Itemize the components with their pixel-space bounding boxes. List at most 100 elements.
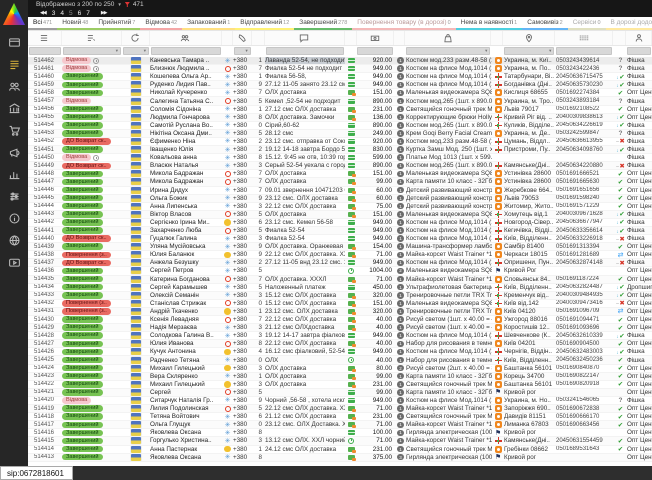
tracking-number[interactable]: 0501691281689 bbox=[556, 251, 614, 258]
tracking-number[interactable]: 0501689531643 bbox=[556, 446, 614, 453]
tracking-number[interactable]: 20450632824487 bbox=[556, 284, 614, 291]
order-row[interactable]: 514450ВідмоваКовальова анна✳+380815.12. … bbox=[28, 154, 652, 162]
order-comment[interactable]: 23.12 смс. ОЛХ Доставка. ХХХ.. bbox=[265, 421, 345, 428]
order-id[interactable]: 514438 bbox=[28, 251, 62, 258]
status-badge[interactable]: Завершений bbox=[62, 114, 103, 121]
order-comment[interactable]: Кемел ,52-54 не подходит bbox=[265, 97, 345, 104]
status-badge[interactable]: Завершений bbox=[62, 211, 103, 218]
order-comment[interactable] bbox=[265, 389, 345, 396]
delivery-address[interactable]: Ужгород 88016 bbox=[504, 316, 556, 323]
customer-phone[interactable]: +380 bbox=[233, 162, 252, 169]
status-badge[interactable]: Завершений bbox=[62, 381, 103, 388]
app-logo[interactable] bbox=[3, 3, 25, 25]
tracking-number[interactable]: 0501691666521 bbox=[556, 170, 614, 177]
product-name[interactable]: Майка-корсет Waist Trainer *142.. bbox=[406, 251, 492, 258]
order-comment[interactable]: Фиалка 52-54 не подходит bbox=[265, 65, 345, 72]
customer-phone[interactable]: +380 bbox=[233, 178, 252, 185]
order-id[interactable]: 514434 bbox=[28, 284, 62, 291]
delivery-address[interactable]: Словьянськ 84.. bbox=[504, 276, 556, 283]
chat-icon[interactable] bbox=[265, 31, 345, 45]
customer-name[interactable]: Сергей Петров bbox=[150, 267, 222, 274]
filter-name[interactable] bbox=[151, 47, 221, 55]
order-row[interactable]: 514442ЗавершенийСергієнко Ірина Ми..+380… bbox=[28, 219, 652, 227]
status-badge[interactable]: Завершений bbox=[62, 243, 103, 250]
status-badge[interactable]: Завершений bbox=[62, 195, 103, 202]
order-comment[interactable] bbox=[265, 429, 345, 436]
order-comment[interactable]: ОЛХ доставка bbox=[265, 170, 345, 177]
product-name[interactable]: Костюм мод.265 (1шт. х 890.00 .. bbox=[406, 162, 492, 169]
page-number[interactable]: 6 bbox=[78, 10, 82, 17]
product-name[interactable]: Рисуй светом (1шт. х 40.00 = 40.. bbox=[406, 316, 492, 323]
tab-Завершений[interactable]: Завершений278 bbox=[294, 17, 352, 30]
customer-name[interactable]: Каневська Тамара .. bbox=[150, 57, 222, 64]
order-comment[interactable]: Фиалка 52-54 bbox=[265, 235, 345, 242]
tracking-number[interactable]: 0501690840870 bbox=[556, 365, 614, 372]
status-badge[interactable]: Завершений bbox=[62, 106, 103, 113]
delivery-address[interactable]: Коростишів 12.. bbox=[504, 324, 556, 331]
status-badge[interactable]: Завершений bbox=[62, 454, 103, 461]
order-comment[interactable]: 15.12. 9:45 не отв, 10:39 горе в.. bbox=[265, 154, 345, 161]
customer-name[interactable]: Сергей bbox=[150, 389, 222, 396]
delivery-address[interactable]: Куликів, Відділе.. bbox=[504, 122, 556, 129]
tab-Відмова[interactable]: Відмова42 bbox=[140, 17, 182, 30]
order-row[interactable]: 514437ДО Возврат ск..Анжела Безушку✳+380… bbox=[28, 259, 652, 267]
product-name[interactable]: Набор для рисования в темнот.. bbox=[406, 356, 492, 363]
product-name[interactable]: Костюм на флисе Мод.1014 (1ш.. bbox=[406, 235, 492, 242]
filter-comment[interactable] bbox=[266, 47, 344, 55]
product-name[interactable]: Костюм на флисе Мод.1014 (1ш.. bbox=[406, 73, 492, 80]
product-name[interactable]: Костюм на флисе Мод.1014 (1ш.. bbox=[406, 332, 492, 339]
customer-phone[interactable]: +380 bbox=[233, 348, 252, 355]
tracking-number[interactable]: 20450634220880 bbox=[556, 162, 614, 169]
tracking-number[interactable]: 0501692108522 bbox=[556, 106, 614, 113]
status-badge[interactable]: Завершений bbox=[62, 413, 103, 420]
product-name[interactable]: Костюм на флисе Мод.1014 (1ш.. bbox=[406, 65, 492, 72]
status-badge[interactable]: Завершений bbox=[62, 430, 103, 437]
order-row[interactable]: 514432Повернення (з..Станіслав Стрижак+3… bbox=[28, 300, 652, 308]
delivery-address[interactable] bbox=[504, 154, 556, 161]
order-row[interactable]: 514440ДО Возврат ск..Гуцалюк Галина✳+380… bbox=[28, 235, 652, 243]
product-name[interactable]: Майка-корсет Waist Trainer *142.. bbox=[406, 276, 492, 283]
customer-phone[interactable]: +380 bbox=[233, 227, 252, 234]
delivery-address[interactable]: Камянське(Дні.. bbox=[504, 437, 556, 444]
customer-name[interactable]: Ольга Божик bbox=[150, 195, 222, 202]
status-badge[interactable]: Завершений bbox=[62, 373, 103, 380]
sidebar-item-info-icon[interactable] bbox=[0, 207, 28, 229]
customer-name[interactable]: Горгулько Христина.. bbox=[150, 437, 222, 444]
order-row[interactable]: 514422ЗавершенийМихаил Гилецький+3803ОЛХ… bbox=[28, 381, 652, 389]
customer-phone[interactable]: +380 bbox=[233, 356, 252, 363]
tracking-number[interactable]: 0501691665630 bbox=[556, 178, 614, 185]
status-badge[interactable]: Відмова bbox=[62, 154, 91, 161]
customer-phone[interactable]: +380 bbox=[233, 203, 252, 210]
delivery-address[interactable]: Лиманка 67803 bbox=[504, 421, 556, 428]
order-id[interactable]: 514420 bbox=[28, 397, 62, 404]
page-number[interactable]: 5 bbox=[69, 10, 73, 17]
delivery-address[interactable]: Київ, Відділенн.. bbox=[504, 235, 556, 242]
customer-phone[interactable]: +380 bbox=[233, 138, 252, 145]
order-comment[interactable]: 15.12 смс ОЛХ доставка bbox=[265, 292, 345, 299]
customer-phone[interactable]: +380 bbox=[233, 421, 252, 428]
customer-phone[interactable]: +380 bbox=[233, 114, 252, 121]
status-badge[interactable]: Завершений bbox=[62, 446, 103, 453]
order-id[interactable]: 514460 bbox=[28, 73, 62, 80]
tracking-number[interactable] bbox=[556, 454, 614, 461]
order-comment[interactable]: 09.01 звернення 10471203 04.. bbox=[265, 187, 345, 194]
status-badge[interactable]: Завершений bbox=[62, 82, 103, 89]
order-row[interactable]: 514413ЗавершенийЯковлева Оксана✳+3808375… bbox=[28, 454, 652, 462]
order-comment[interactable]: 23.12 смс. ОЛХ доставка bbox=[265, 308, 345, 315]
filter-tracking[interactable] bbox=[556, 47, 612, 55]
status-badge[interactable]: ДО Возврат ск.. bbox=[62, 260, 111, 267]
customer-phone[interactable]: +380 bbox=[233, 308, 252, 315]
delivery-address[interactable]: Устинівка 28600 bbox=[504, 178, 556, 185]
tracking-number[interactable]: 20400309484935 bbox=[556, 292, 614, 299]
delivery-address[interactable]: Баштанка 56101 bbox=[504, 381, 556, 388]
delivery-address[interactable]: Київ, Відділенн.. bbox=[504, 284, 556, 291]
tab-Сервіси[interactable]: Сервіси0 bbox=[568, 17, 606, 30]
order-row[interactable]: 514439ЗавершенийУляна Мусійовська✳+3809О… bbox=[28, 243, 652, 251]
order-comment[interactable]: 22.12 смс ОЛХ доставка. ХХЛ bbox=[265, 251, 345, 258]
product-name[interactable]: Костюм мод.233 разм.48-58 (1 .. bbox=[406, 57, 492, 64]
order-id[interactable]: 514421 bbox=[28, 389, 62, 396]
filter-phone[interactable] bbox=[234, 47, 251, 55]
order-row[interactable]: 514448ЗавершенийМикола Бадражан+3807ОЛХ … bbox=[28, 170, 652, 178]
customer-name[interactable]: Захарченко Люба bbox=[150, 227, 222, 234]
customer-phone[interactable]: +380 bbox=[233, 324, 252, 331]
